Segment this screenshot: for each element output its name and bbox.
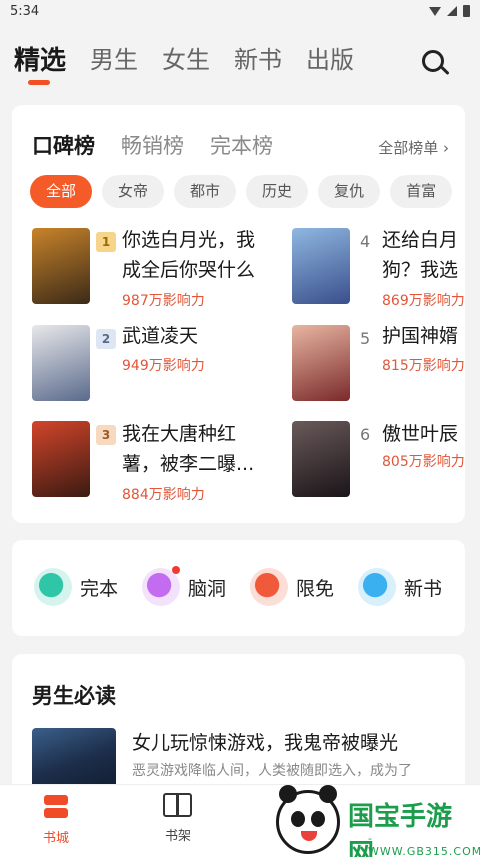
- category-label: 完本: [80, 577, 119, 600]
- rank-number: 4: [360, 232, 371, 251]
- watermark-logo: 国宝手游网 -WWW.GB315.COM-: [276, 785, 480, 857]
- ranking-card: 口碑榜 畅销榜 完本榜 全部榜单 › 全部 女帝 都市 历史 复仇 首富 1 你…: [12, 105, 465, 523]
- battery-icon: [463, 5, 470, 17]
- book-title: 我在大唐种红 薯，被李二曝...: [122, 423, 255, 475]
- new-tag-icon: [358, 568, 396, 606]
- tab-featured[interactable]: 精选: [14, 40, 66, 85]
- status-bar: 5:34: [0, 0, 480, 22]
- nav-bookstore[interactable]: 书城: [26, 793, 86, 846]
- panda-icon: [276, 785, 340, 854]
- open-book-icon: [163, 793, 193, 819]
- book-title: 武道凌天: [122, 325, 199, 347]
- search-icon[interactable]: [422, 50, 450, 78]
- book-description: 恶灵游戏降临人间，人类被随即选入，成为了: [132, 763, 412, 779]
- book-impact: 949万影响力: [122, 358, 205, 374]
- book-impact: 869万影响力: [382, 293, 465, 309]
- rank-number: 5: [360, 329, 371, 348]
- category-label: 新书: [404, 577, 443, 600]
- tab-female[interactable]: 女生: [162, 40, 210, 75]
- book-title: 傲世叶辰: [382, 423, 459, 445]
- book-cover: [292, 228, 350, 304]
- bookstore-icon: [42, 793, 70, 821]
- bulb-icon: [142, 566, 180, 606]
- book-title: 还给白月 狗？我选: [382, 229, 459, 281]
- top-tabs: 精选 男生 女生 新书 出版: [0, 40, 480, 92]
- rank-badge: 3: [96, 425, 116, 445]
- chip-richest[interactable]: 首富: [390, 175, 453, 208]
- book-impact: 987万影响力: [122, 293, 205, 309]
- section-title: 男生必读: [32, 684, 116, 708]
- category-new[interactable]: 新书: [358, 568, 442, 606]
- rank-badge: 1: [96, 232, 116, 252]
- clock-icon: [250, 568, 288, 606]
- status-time: 5:34: [10, 3, 40, 19]
- category-label: 脑洞: [188, 577, 227, 600]
- genre-chips: 全部 女帝 都市 历史 复仇 首富: [30, 175, 453, 208]
- tab-bestseller-rank[interactable]: 畅销榜: [121, 130, 184, 160]
- tab-completed-rank[interactable]: 完本榜: [210, 130, 273, 160]
- category-brainstorm[interactable]: 脑洞: [142, 566, 227, 606]
- must-read-section: 男生必读 女儿玩惊悚游戏，我鬼帝被曝光 恶灵游戏降临人间，人类被随即选入，成为了: [12, 654, 465, 794]
- tab-male[interactable]: 男生: [90, 40, 138, 75]
- book-impact: 805万影响力: [382, 454, 465, 470]
- status-icons: [429, 5, 470, 17]
- category-free[interactable]: 限免: [250, 568, 334, 606]
- tab-new-books[interactable]: 新书: [234, 40, 282, 75]
- category-shortcuts: 完本 脑洞 限免 新书: [12, 540, 465, 636]
- nav-bookshelf[interactable]: 书架: [148, 793, 208, 844]
- chip-empress[interactable]: 女帝: [102, 175, 165, 208]
- category-completed[interactable]: 完本: [34, 568, 118, 606]
- book-cover: [292, 421, 350, 497]
- category-label: 限免: [296, 577, 335, 600]
- nav-label: 书城: [42, 831, 69, 846]
- book-cover: [32, 325, 90, 401]
- tab-published[interactable]: 出版: [306, 40, 354, 75]
- all-rankings-link[interactable]: 全部榜单 ›: [378, 137, 449, 158]
- watermark-url: -WWW.GB315.COM-: [368, 832, 480, 857]
- notification-dot: [172, 566, 180, 574]
- rank-number: 6: [360, 425, 371, 444]
- book-title: 你选白月光，我 成全后你哭什么: [122, 229, 256, 281]
- book-cover: [32, 228, 90, 304]
- rank-badge: 2: [96, 329, 116, 349]
- signal-icon: [447, 6, 457, 16]
- ranking-tabs: 口碑榜 畅销榜 完本榜: [32, 130, 273, 160]
- book-icon: [34, 568, 72, 606]
- wifi-icon: [429, 6, 441, 16]
- nav-label: 书架: [164, 829, 191, 844]
- book-title[interactable]: 女儿玩惊悚游戏，我鬼帝被曝光: [132, 728, 398, 755]
- book-title: 护国神婿: [382, 325, 459, 347]
- book-cover: [292, 325, 350, 401]
- book-cover: [32, 421, 90, 497]
- chip-urban[interactable]: 都市: [174, 175, 237, 208]
- chip-revenge[interactable]: 复仇: [318, 175, 381, 208]
- tab-reputation-rank[interactable]: 口碑榜: [32, 130, 95, 160]
- book-impact: 815万影响力: [382, 358, 465, 374]
- book-impact: 884万影响力: [122, 487, 205, 503]
- chip-history[interactable]: 历史: [246, 175, 309, 208]
- chip-all[interactable]: 全部: [30, 175, 93, 208]
